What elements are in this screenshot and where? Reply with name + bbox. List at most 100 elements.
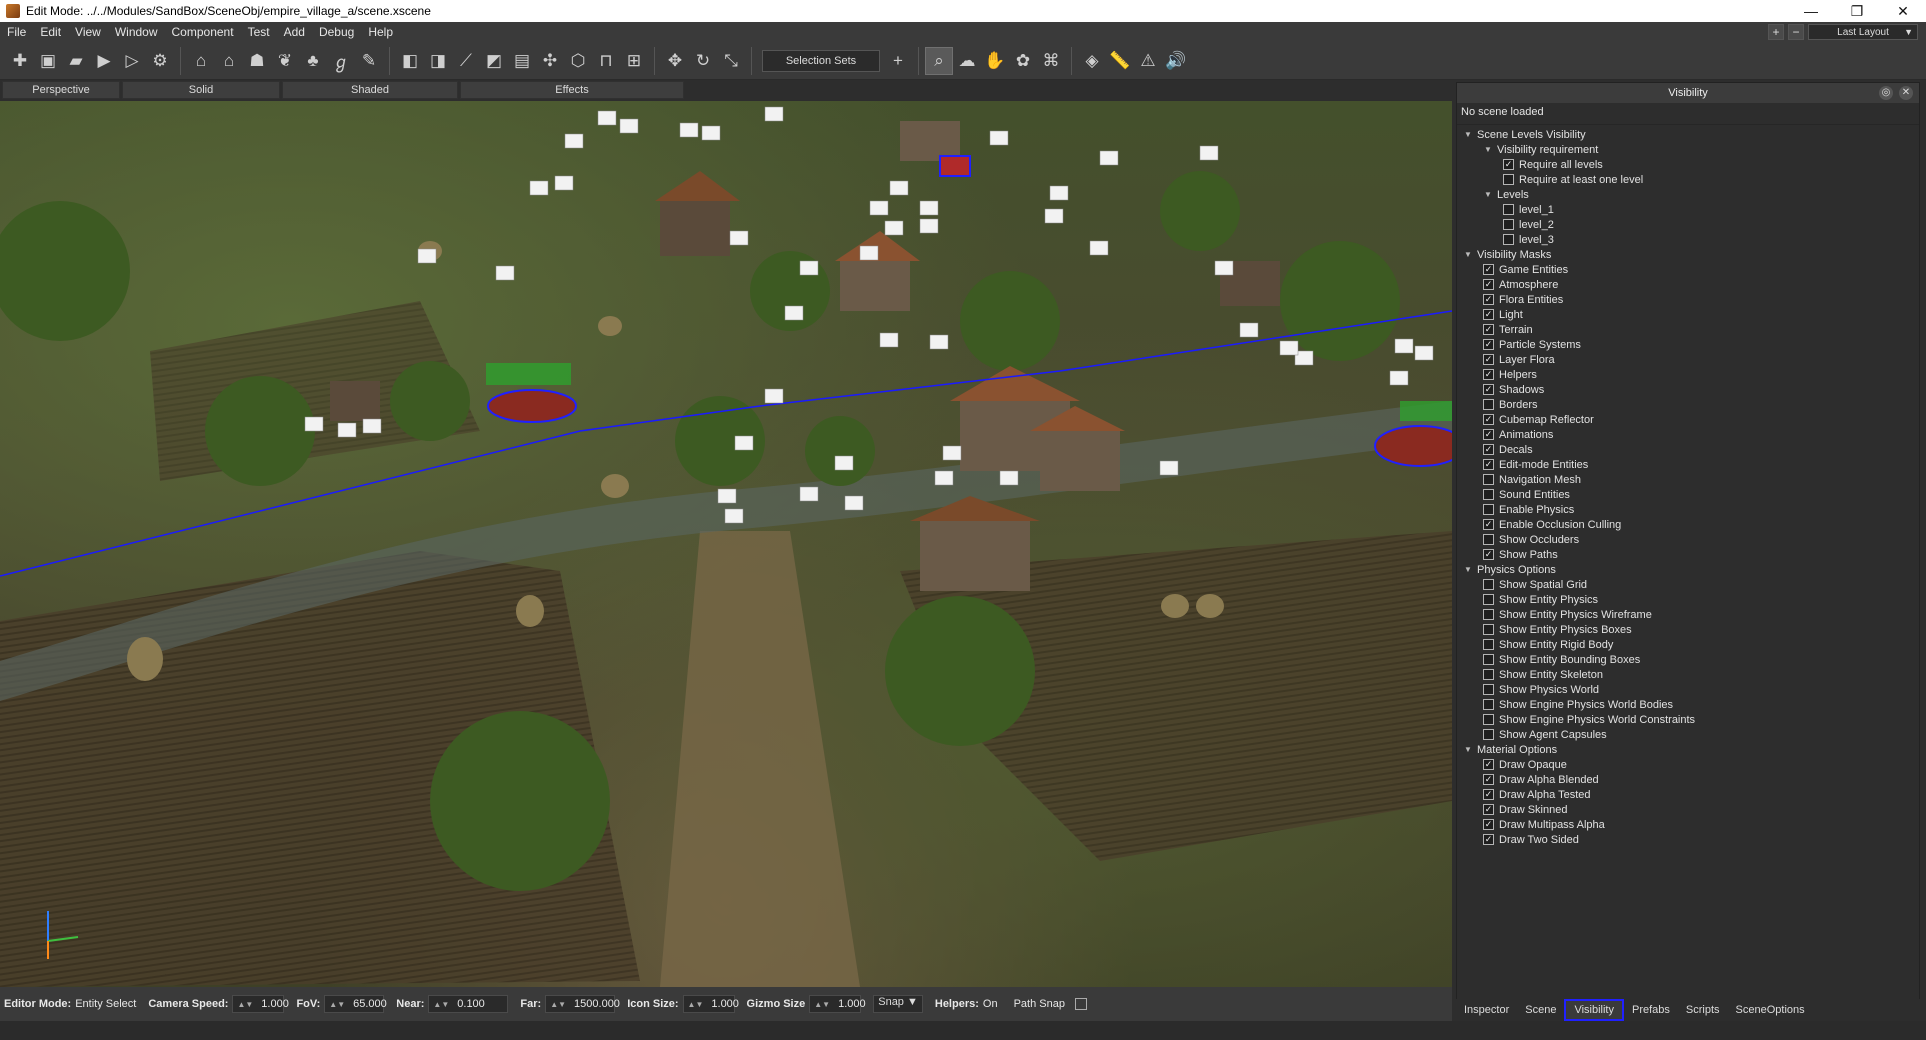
house-icon[interactable]: ⌂ xyxy=(187,47,215,75)
tree-checkbox-item[interactable]: Show Entity Skeleton xyxy=(1457,667,1919,682)
tree-checkbox-item[interactable]: ✓ Layer Flora xyxy=(1457,352,1919,367)
checked-checkbox[interactable]: ✓ xyxy=(1483,339,1494,350)
checked-checkbox[interactable]: ✓ xyxy=(1483,519,1494,530)
tab-visibility[interactable]: Visibility xyxy=(1564,999,1624,1021)
tree-group[interactable]: ▼ Visibility Masks xyxy=(1457,247,1919,262)
far-input[interactable]: ▲▼ 1500.000 xyxy=(545,995,620,1013)
add-selection-set-button[interactable]: + xyxy=(884,47,912,75)
tree-checkbox-item[interactable]: Require at least one level xyxy=(1457,172,1919,187)
tree-checkbox-item[interactable]: Show Entity Bounding Boxes xyxy=(1457,652,1919,667)
checked-checkbox[interactable]: ✓ xyxy=(1483,429,1494,440)
tree-checkbox-item[interactable]: level_1 xyxy=(1457,202,1919,217)
sound-icon[interactable]: 🔊 xyxy=(1162,47,1190,75)
expand-arrow-icon[interactable]: ▼ xyxy=(1483,145,1493,154)
tree-checkbox-item[interactable]: ✓ Draw Alpha Blended xyxy=(1457,772,1919,787)
view-mode-perspective[interactable]: Perspective xyxy=(2,81,120,99)
flora-icon[interactable]: ❦ xyxy=(271,47,299,75)
checked-checkbox[interactable]: ✓ xyxy=(1483,819,1494,830)
gate-icon[interactable]: ⊓ xyxy=(592,47,620,75)
camera-speed-input[interactable]: ▲▼ 1.000 xyxy=(232,995,289,1013)
close-button[interactable]: ✕ xyxy=(1880,0,1926,22)
new-icon[interactable]: ✚ xyxy=(6,47,34,75)
tree-checkbox-item[interactable]: ✓ Game Entities xyxy=(1457,262,1919,277)
unchecked-checkbox[interactable] xyxy=(1503,204,1514,215)
checked-checkbox[interactable]: ✓ xyxy=(1483,774,1494,785)
tree-checkbox-item[interactable]: Navigation Mesh xyxy=(1457,472,1919,487)
puzzle-icon[interactable]: ✣ xyxy=(536,47,564,75)
weather-icon[interactable]: ☁ xyxy=(953,47,981,75)
tree-checkbox-item[interactable]: ✓ Enable Occlusion Culling xyxy=(1457,517,1919,532)
menu-test[interactable]: Test xyxy=(241,22,277,42)
tab-sceneoptions[interactable]: SceneOptions xyxy=(1728,999,1813,1021)
view-mode-effects[interactable]: Effects xyxy=(460,81,684,99)
checked-checkbox[interactable]: ✓ xyxy=(1483,264,1494,275)
tree-checkbox-item[interactable]: Show Entity Physics Wireframe xyxy=(1457,607,1919,622)
build-icon[interactable]: ⚙ xyxy=(146,47,174,75)
menu-debug[interactable]: Debug xyxy=(312,22,361,42)
expand-arrow-icon[interactable]: ▼ xyxy=(1463,565,1473,574)
menu-add[interactable]: Add xyxy=(277,22,312,42)
package-icon[interactable]: ◈ xyxy=(1078,47,1106,75)
tree-checkbox-item[interactable]: ✓ Edit-mode Entities xyxy=(1457,457,1919,472)
selected-entity[interactable] xyxy=(1374,425,1452,467)
menu-component[interactable]: Component xyxy=(165,22,241,42)
gi-icon[interactable]: ⌘ xyxy=(1037,47,1065,75)
tree-group[interactable]: ▼ Physics Options xyxy=(1457,562,1919,577)
unchecked-checkbox[interactable] xyxy=(1483,534,1494,545)
tree-checkbox-item[interactable]: ✓ Animations xyxy=(1457,427,1919,442)
checked-checkbox[interactable]: ✓ xyxy=(1483,549,1494,560)
tab-scene[interactable]: Scene xyxy=(1517,999,1564,1021)
unchecked-checkbox[interactable] xyxy=(1483,714,1494,725)
save-icon[interactable]: ▣ xyxy=(34,47,62,75)
expand-arrow-icon[interactable]: ▼ xyxy=(1463,250,1473,259)
tree-checkbox-item[interactable]: ✓ Require all levels xyxy=(1457,157,1919,172)
selected-entity[interactable] xyxy=(939,155,971,177)
checked-checkbox[interactable]: ✓ xyxy=(1483,834,1494,845)
checked-checkbox[interactable]: ✓ xyxy=(1483,294,1494,305)
tree-checkbox-item[interactable]: Show Entity Physics Boxes xyxy=(1457,622,1919,637)
path-icon[interactable]: ⟋ xyxy=(452,47,480,75)
unchecked-checkbox[interactable] xyxy=(1483,474,1494,485)
panel-float-icon[interactable]: ◎ xyxy=(1879,86,1893,100)
menu-edit[interactable]: Edit xyxy=(33,22,68,42)
unchecked-checkbox[interactable] xyxy=(1483,609,1494,620)
tree-checkbox-item[interactable]: Show Occluders xyxy=(1457,532,1919,547)
ruler-icon[interactable]: 📏 xyxy=(1106,47,1134,75)
path-snap-checkbox[interactable] xyxy=(1074,998,1087,1010)
checked-checkbox[interactable]: ✓ xyxy=(1483,384,1494,395)
tree-checkbox-item[interactable]: Show Spatial Grid xyxy=(1457,577,1919,592)
tree-checkbox-item[interactable]: Show Entity Physics xyxy=(1457,592,1919,607)
unchecked-checkbox[interactable] xyxy=(1483,594,1494,605)
tree-checkbox-item[interactable]: ✓ Draw Skinned xyxy=(1457,802,1919,817)
checked-checkbox[interactable]: ✓ xyxy=(1483,444,1494,455)
unchecked-checkbox[interactable] xyxy=(1483,699,1494,710)
tree-group[interactable]: ▼ Visibility requirement xyxy=(1457,142,1919,157)
tree-checkbox-item[interactable]: ✓ Show Paths xyxy=(1457,547,1919,562)
tree-checkbox-item[interactable]: ✓ Draw Multipass Alpha xyxy=(1457,817,1919,832)
layout-dropdown[interactable]: Last Layout ▼ xyxy=(1808,24,1918,40)
box-icon[interactable]: ◩ xyxy=(480,47,508,75)
tree-group[interactable]: ▼ Scene Levels Visibility xyxy=(1457,127,1919,142)
icon-size-input[interactable]: ▲▼ 1.000 xyxy=(682,995,739,1013)
unchecked-checkbox[interactable] xyxy=(1503,219,1514,230)
fov-input[interactable]: ▲▼ 65.000 xyxy=(324,995,387,1013)
tree-group[interactable]: ▼ Levels xyxy=(1457,187,1919,202)
hand-icon[interactable]: ✋ xyxy=(981,47,1009,75)
tree-checkbox-item[interactable]: Sound Entities xyxy=(1457,487,1919,502)
checked-checkbox[interactable]: ✓ xyxy=(1483,789,1494,800)
unchecked-checkbox[interactable] xyxy=(1483,639,1494,650)
tree-checkbox-item[interactable]: ✓ Decals xyxy=(1457,442,1919,457)
cube-icon[interactable]: ◧ xyxy=(396,47,424,75)
menu-view[interactable]: View xyxy=(68,22,108,42)
panel-close-icon[interactable]: ✕ xyxy=(1899,86,1913,100)
unchecked-checkbox[interactable] xyxy=(1483,489,1494,500)
scene-viewport[interactable] xyxy=(0,101,1452,987)
checked-checkbox[interactable]: ✓ xyxy=(1483,459,1494,470)
gizmo-size-input[interactable]: ▲▼ 1.000 xyxy=(809,995,866,1013)
scale-icon[interactable]: ⤡ xyxy=(717,47,745,75)
menu-window[interactable]: Window xyxy=(108,22,165,42)
tab-scripts[interactable]: Scripts xyxy=(1678,999,1728,1021)
near-input[interactable]: ▲▼ 0.100 xyxy=(428,995,509,1013)
selected-entity[interactable] xyxy=(487,389,577,423)
minimize-button[interactable]: — xyxy=(1788,0,1834,22)
